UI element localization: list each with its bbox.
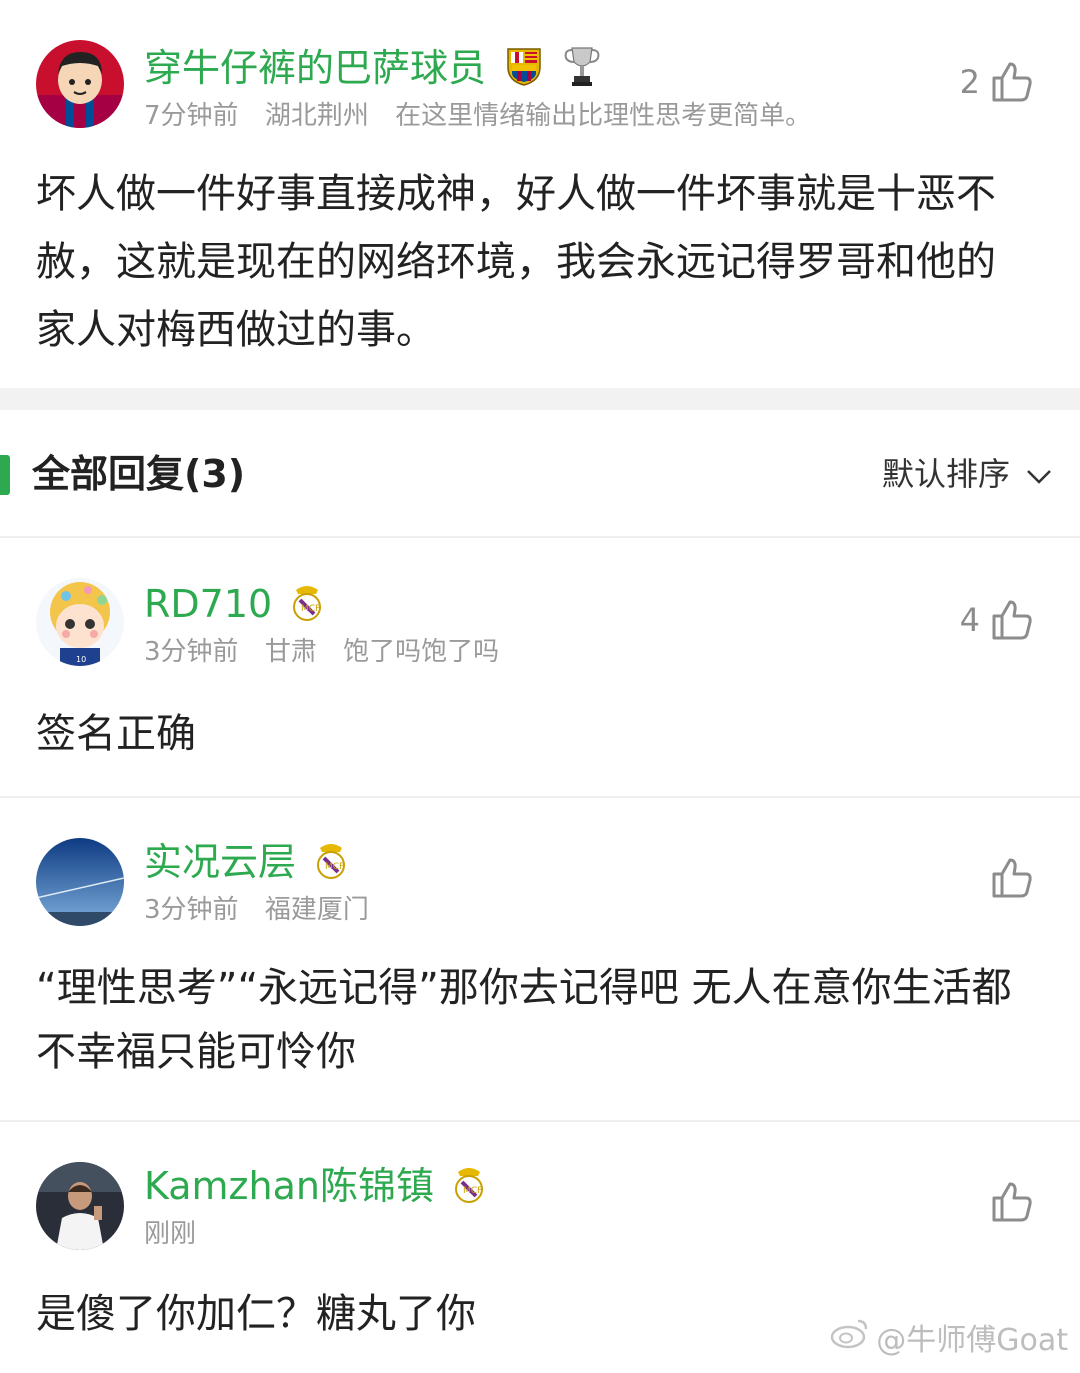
weibo-icon [830,1317,870,1357]
comment-location: 福建厦门 [264,895,369,925]
username[interactable]: 穿牛仔裤的巴萨球员 [144,44,602,97]
like-button[interactable] [988,854,1036,902]
reply-item: 实况云层 MCF 3分钟前 福建厦门 “理性思考”“永远记得”那你去记得吧 无人… [0,800,1080,1120]
watermark-text: @牛师傅Goat [876,1323,1068,1358]
barcelona-badge-icon [504,45,544,96]
real-madrid-badge-icon: MCF [452,1164,486,1213]
username-text[interactable]: 实况云层 [144,840,296,884]
comment-time: 3分钟前 [144,895,239,925]
watermark: @牛师傅Goat [830,1315,1068,1359]
divider [0,796,1080,798]
avatar[interactable] [36,40,124,128]
reply-text: 签名正确 [36,711,196,757]
svg-text:MCF: MCF [301,604,320,614]
username[interactable]: 实况云层 MCF [144,840,348,889]
comment-meta: 3分钟前 甘肃 饱了吗饱了吗 [144,636,517,668]
comment-time: 刚刚 [144,1219,197,1249]
chevron-down-icon [1026,452,1052,496]
comment-meta: 刚刚 [144,1218,214,1250]
section-divider [0,388,1080,410]
thumbs-up-icon [988,854,1036,902]
section-accent-bar [0,455,10,495]
svg-text:MCF: MCF [463,1186,482,1196]
user-signature: 饱了吗饱了吗 [343,637,500,667]
divider [0,536,1080,538]
thumbs-up-icon [988,58,1036,106]
comment-meta: 7分钟前 湖北荆州 在这里情绪输出比理性思考更简单。 [144,100,829,132]
like-button[interactable]: 4 [960,596,1036,644]
replies-title: 全部回复(3) [32,452,246,496]
comment-time: 7分钟前 [144,101,239,131]
sort-dropdown[interactable]: 默认排序 [882,452,1052,496]
sort-label[interactable]: 默认排序 [882,452,1010,496]
username-text[interactable]: 穿牛仔裤的巴萨球员 [144,46,486,90]
divider [0,1120,1080,1122]
reply-item: 10 RD710 MCF 3分钟前 甘肃 饱了吗饱了吗 4 签名正确 [0,540,1080,796]
trophy-icon [562,44,602,97]
username-text[interactable]: Kamzhan陈锦镇 [144,1164,434,1208]
real-madrid-badge-icon: MCF [314,840,348,889]
user-signature: 在这里情绪输出比理性思考更简单。 [395,101,812,131]
username-text[interactable]: RD710 [144,582,272,626]
main-comment: 穿牛仔裤的巴萨球员 7分钟前 湖北荆州 在这里情绪输出比理性思考更简单。 2 坏… [0,0,1080,388]
avatar[interactable]: 10 [36,578,124,666]
thumbs-up-icon [988,1178,1036,1226]
comment-text: 坏人做一件好事直接成神，好人做一件坏事就是十恶不赦，这就是现在的网络环境，我会永… [36,171,996,353]
avatar[interactable] [36,838,124,926]
like-button[interactable]: 2 [960,58,1036,106]
reply-text: “理性思考”“永远记得”那你去记得吧 无人在意你生活都不幸福只能可怜你 [36,965,1012,1075]
username[interactable]: RD710 MCF [144,582,324,631]
svg-text:MCF: MCF [325,862,344,872]
thumbs-up-icon [988,596,1036,644]
comment-time: 3分钟前 [144,637,239,667]
comment-meta: 3分钟前 福建厦门 [144,894,387,926]
real-madrid-badge-icon: MCF [290,582,324,631]
like-count: 4 [959,601,980,639]
like-button[interactable] [988,1178,1036,1226]
like-count: 2 [959,63,980,101]
comment-location: 甘肃 [264,637,317,667]
avatar[interactable] [36,1162,124,1250]
username[interactable]: Kamzhan陈锦镇 MCF [144,1164,486,1213]
svg-text:10: 10 [76,655,86,664]
comment-location: 湖北荆州 [264,101,369,131]
